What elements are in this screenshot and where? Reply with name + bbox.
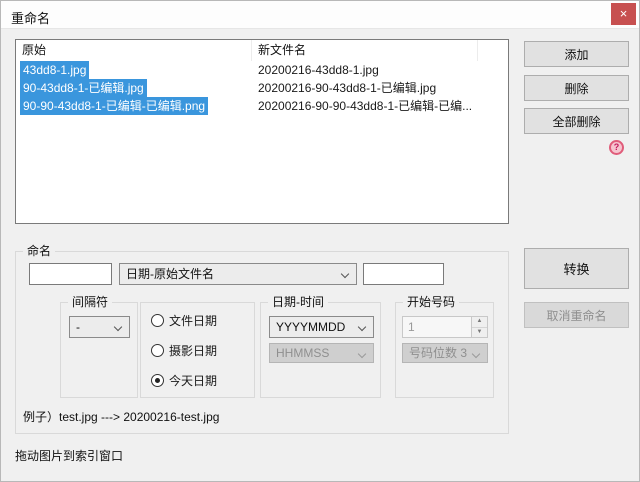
cell-original: 90-43dd8-1-已编辑.jpg (16, 79, 252, 97)
date-format-select[interactable]: YYYYMMDD (269, 316, 374, 338)
delete-button[interactable]: 删除 (524, 75, 629, 101)
table-row[interactable]: 90-90-43dd8-1-已编辑-已编辑.png 20200216-90-90… (16, 97, 508, 115)
pattern-selected-value: 日期-原始文件名 (126, 267, 214, 281)
separator-groupbox: 间隔符 - (60, 295, 138, 398)
list-header: 原始 新文件名 (16, 40, 508, 61)
radio-file-date[interactable]: 文件日期 (151, 312, 217, 328)
table-row[interactable]: 90-43dd8-1-已编辑.jpg 20200216-90-43dd8-1-已… (16, 79, 508, 97)
dialog-title: 重命名 (11, 11, 51, 26)
help-icon[interactable]: ? (609, 140, 624, 155)
close-icon[interactable]: × (611, 3, 636, 25)
date-format-value: YYYYMMDD (276, 320, 346, 334)
datetime-groupbox: 日期-时间 YYYYMMDD HHMMSS (260, 295, 381, 398)
selected-filename: 43dd8-1.jpg (20, 61, 90, 79)
radio-icon (151, 313, 164, 327)
start-number-group-label: 开始号码 (403, 295, 460, 309)
cell-original: 43dd8-1.jpg (16, 61, 252, 79)
separator-group-label: 间隔符 (68, 295, 113, 309)
add-button[interactable]: 添加 (524, 41, 629, 67)
chevron-down-icon (113, 322, 123, 332)
naming-group-label: 命名 (23, 244, 56, 258)
example-text: 例子）test.jpg ---> 20200216-test.jpg (23, 410, 220, 424)
stepper-buttons: ▲ ▼ (471, 317, 487, 337)
number-digits-value: 号码位数 3 (409, 346, 468, 360)
column-header-new-name[interactable]: 新文件名 (252, 40, 478, 61)
cell-new-name: 20200216-90-90-43dd8-1-已编辑-已编... (258, 99, 473, 113)
cell-new-name: 20200216-90-43dd8-1-已编辑.jpg (258, 81, 437, 95)
chevron-down-icon (357, 349, 367, 359)
table-row[interactable]: 43dd8-1.jpg 20200216-43dd8-1.jpg (16, 61, 508, 79)
radio-label: 文件日期 (169, 313, 218, 328)
radio-photo-date[interactable]: 摄影日期 (151, 342, 217, 358)
separator-selected-value: - (76, 320, 80, 334)
stepper-up-icon: ▲ (472, 317, 487, 328)
separator-select[interactable]: - (69, 316, 130, 338)
pattern-select[interactable]: 日期-原始文件名 (119, 263, 357, 285)
column-header-original[interactable]: 原始 (16, 40, 252, 61)
chevron-down-icon (357, 322, 367, 332)
rename-dialog: 重命名 × 原始 新文件名 43dd8-1.jpg 20200216-43dd8… (0, 0, 640, 482)
datetime-group-label: 日期-时间 (268, 295, 328, 309)
radio-label: 摄影日期 (169, 343, 218, 358)
start-number-value: 1 (408, 320, 415, 334)
naming-groupbox: 命名 日期-原始文件名 间隔符 - 文件日期 摄影日期 今天日期 日期-时间 Y… (15, 244, 509, 434)
cell-original: 90-90-43dd8-1-已编辑-已编辑.png (16, 97, 252, 115)
start-number-groupbox: 开始号码 1 ▲ ▼ 号码位数 3 (395, 295, 494, 398)
cancel-rename-button: 取消重命名 (524, 302, 629, 328)
chevron-down-icon (340, 269, 350, 279)
stepper-down-icon: ▼ (472, 327, 487, 337)
number-digits-select: 号码位数 3 (402, 343, 488, 363)
radio-today-date[interactable]: 今天日期 (151, 372, 217, 388)
start-number-stepper: 1 ▲ ▼ (402, 316, 488, 338)
radio-icon-checked (151, 373, 164, 387)
file-list: 原始 新文件名 43dd8-1.jpg 20200216-43dd8-1.jpg… (15, 39, 509, 224)
suffix-field[interactable] (363, 263, 444, 285)
column-header-spacer (478, 40, 508, 61)
cell-new-name: 20200216-43dd8-1.jpg (258, 63, 379, 77)
convert-button[interactable]: 转换 (524, 248, 629, 289)
date-source-groupbox: 文件日期 摄影日期 今天日期 (140, 302, 255, 398)
status-text: 拖动图片到索引窗口 (15, 449, 124, 463)
delete-all-button[interactable]: 全部删除 (524, 108, 629, 134)
selected-filename: 90-43dd8-1-已编辑.jpg (20, 79, 147, 97)
chevron-down-icon (471, 349, 481, 359)
selected-filename: 90-90-43dd8-1-已编辑-已编辑.png (20, 97, 209, 115)
prefix-field[interactable] (29, 263, 112, 285)
radio-icon (151, 343, 164, 357)
radio-label: 今天日期 (169, 373, 218, 388)
time-format-select: HHMMSS (269, 343, 374, 363)
time-format-value: HHMMSS (276, 346, 330, 360)
title-bar: 重命名 × (1, 1, 639, 29)
